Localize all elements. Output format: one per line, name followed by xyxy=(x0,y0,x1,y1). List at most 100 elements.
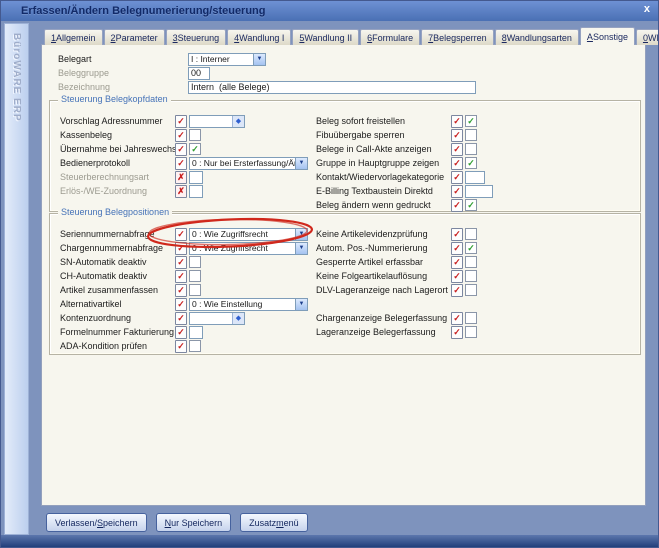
tab-page-sonstige: Belegart I : Interner ▼ Beleggruppe 00 B… xyxy=(41,44,646,506)
flag-check-icon[interactable]: ✓ xyxy=(451,143,463,156)
flag-check-icon[interactable]: ✓ xyxy=(175,143,187,156)
dropdown[interactable]: 0 : Nur bei Ersterfassung/Änderung▼ xyxy=(189,157,308,170)
text-field[interactable] xyxy=(189,326,203,339)
tab-formulare[interactable]: 6 Formulare xyxy=(360,29,420,45)
flag-check-icon[interactable]: ✓ xyxy=(175,270,187,283)
tab-wandlung-2[interactable]: 5 Wandlung II xyxy=(292,29,359,45)
form-row: SN-Automatik deaktiv✓ xyxy=(60,255,316,269)
chevron-down-icon[interactable]: ▼ xyxy=(295,243,307,254)
flag-check-icon[interactable]: ✓ xyxy=(451,270,463,283)
field-label: Lageranzeige Belegerfassung xyxy=(316,327,451,337)
flag-check-icon[interactable]: ✓ xyxy=(175,326,187,339)
flag-check-icon[interactable]: ✓ xyxy=(175,157,187,170)
form-row: Kontenzuordnung✓◆ xyxy=(60,311,316,325)
tab-sonstige[interactable]: A Sonstige xyxy=(580,27,635,45)
text-field[interactable] xyxy=(465,185,493,198)
tab-wandlungsarten[interactable]: 8 Wandlungsarten xyxy=(495,29,579,45)
group-title: Steuerung Belegkopfdaten xyxy=(58,94,171,104)
tab-wfl-tb[interactable]: 0 WFL/TB xyxy=(636,29,659,45)
flag-check-icon[interactable]: ✓ xyxy=(451,326,463,339)
checkbox[interactable] xyxy=(189,340,201,352)
lookup-diamond-icon[interactable]: ◆ xyxy=(232,116,244,127)
checkbox[interactable] xyxy=(465,143,477,155)
field-value xyxy=(466,172,484,183)
flag-check-icon[interactable]: ✓ xyxy=(451,157,463,170)
checkbox[interactable]: ✓ xyxy=(465,157,477,169)
tab-belegsperren[interactable]: 7 Belegsperren xyxy=(421,29,494,45)
flag-check-icon[interactable]: ✓ xyxy=(175,284,187,297)
checkbox[interactable] xyxy=(465,326,477,338)
flag-x-icon[interactable]: ✗ xyxy=(175,185,187,198)
flag-check-icon[interactable]: ✓ xyxy=(451,115,463,128)
chevron-down-icon[interactable]: ▼ xyxy=(253,54,265,65)
bezeichnung-field[interactable]: Intern (alle Belege) xyxy=(188,81,476,94)
lookup-field[interactable]: ◆ xyxy=(189,115,245,128)
field-value xyxy=(466,186,492,197)
checkbox[interactable] xyxy=(465,312,477,324)
flag-check-icon[interactable]: ✓ xyxy=(451,228,463,241)
flag-check-icon[interactable]: ✓ xyxy=(451,242,463,255)
tab-parameter[interactable]: 2 Parameter xyxy=(104,29,165,45)
chevron-down-icon[interactable]: ▼ xyxy=(295,158,307,169)
flag-check-icon[interactable]: ✓ xyxy=(451,312,463,325)
bezeichnung-value: Intern (alle Belege) xyxy=(189,82,475,93)
text-field[interactable] xyxy=(189,185,203,198)
dropdown-value: 0 : Nur bei Ersterfassung/Änderung xyxy=(190,158,295,169)
checkbox[interactable] xyxy=(189,270,201,282)
window-title: Erfassen/Ändern Belegnumerierung/steueru… xyxy=(21,5,266,17)
checkbox[interactable]: ✓ xyxy=(465,242,477,254)
group2-right-column: Keine Artikelevidenzprüfung✓Autom. Pos.-… xyxy=(316,227,636,339)
field-label: Alternativartikel xyxy=(60,299,175,309)
dropdown-value: 0 : Wie Zugriffsrecht xyxy=(190,229,295,240)
lookup-field[interactable]: ◆ xyxy=(189,312,245,325)
dropdown[interactable]: 0 : Wie Einstellung▼ xyxy=(189,298,308,311)
checkbox[interactable] xyxy=(189,256,201,268)
flag-check-icon[interactable]: ✓ xyxy=(175,298,187,311)
flag-check-icon[interactable]: ✓ xyxy=(175,129,187,142)
checkbox[interactable] xyxy=(465,284,477,296)
flag-check-icon[interactable]: ✓ xyxy=(451,256,463,269)
flag-check-icon[interactable]: ✓ xyxy=(451,199,463,212)
beleggruppe-field[interactable]: 00 xyxy=(188,67,210,80)
checkbox[interactable] xyxy=(465,270,477,282)
flag-check-icon[interactable]: ✓ xyxy=(451,171,463,184)
checkbox[interactable] xyxy=(189,129,201,141)
flag-check-icon[interactable]: ✓ xyxy=(175,312,187,325)
verlassen-speichern-button[interactable]: Verlassen/Speichern xyxy=(46,513,147,532)
lookup-diamond-icon[interactable]: ◆ xyxy=(232,313,244,324)
flag-check-icon[interactable]: ✓ xyxy=(175,242,187,255)
chevron-down-icon[interactable]: ▼ xyxy=(295,229,307,240)
dropdown[interactable]: 0 : Wie Zugriffsrecht▼ xyxy=(189,228,308,241)
bezeichnung-label: Bezeichnung xyxy=(58,82,188,92)
text-field[interactable] xyxy=(189,171,203,184)
form-row: Erlös-/WE-Zuordnung✗ xyxy=(60,184,316,198)
tab-steuerung[interactable]: 3 Steuerung xyxy=(166,29,227,45)
close-icon[interactable]: x xyxy=(644,3,650,15)
checkbox[interactable] xyxy=(465,129,477,141)
zusatzmenu-button[interactable]: Zusatzmenü xyxy=(240,513,308,532)
flag-check-icon[interactable]: ✓ xyxy=(451,284,463,297)
flag-check-icon[interactable]: ✓ xyxy=(175,340,187,353)
checkbox[interactable]: ✓ xyxy=(465,115,477,127)
text-field[interactable] xyxy=(465,171,485,184)
beleggruppe-label: Beleggruppe xyxy=(58,68,188,78)
checkbox[interactable] xyxy=(189,284,201,296)
flag-check-icon[interactable]: ✓ xyxy=(451,185,463,198)
checkbox[interactable]: ✓ xyxy=(189,143,201,155)
bezeichnung-row: Bezeichnung Intern (alle Belege) xyxy=(58,80,476,94)
chevron-down-icon[interactable]: ▼ xyxy=(295,299,307,310)
flag-x-icon[interactable]: ✗ xyxy=(175,171,187,184)
flag-check-icon[interactable]: ✓ xyxy=(175,256,187,269)
nur-speichern-button[interactable]: Nur Speichern xyxy=(156,513,232,532)
flag-check-icon[interactable]: ✓ xyxy=(175,228,187,241)
checkbox[interactable] xyxy=(465,256,477,268)
checkbox[interactable]: ✓ xyxy=(465,199,477,211)
belegart-dropdown[interactable]: I : Interner ▼ xyxy=(188,53,266,66)
flag-check-icon[interactable]: ✓ xyxy=(451,129,463,142)
dropdown[interactable]: 0 : Wie Zugriffsrecht▼ xyxy=(189,242,308,255)
checkbox[interactable] xyxy=(465,228,477,240)
tab-wandlung-1[interactable]: 4 Wandlung I xyxy=(227,29,291,45)
flag-check-icon[interactable]: ✓ xyxy=(175,115,187,128)
form-row: E-Billing Textbaustein Direktd✓ xyxy=(316,184,636,198)
tab-allgemein[interactable]: 1 Allgemein xyxy=(44,29,103,45)
